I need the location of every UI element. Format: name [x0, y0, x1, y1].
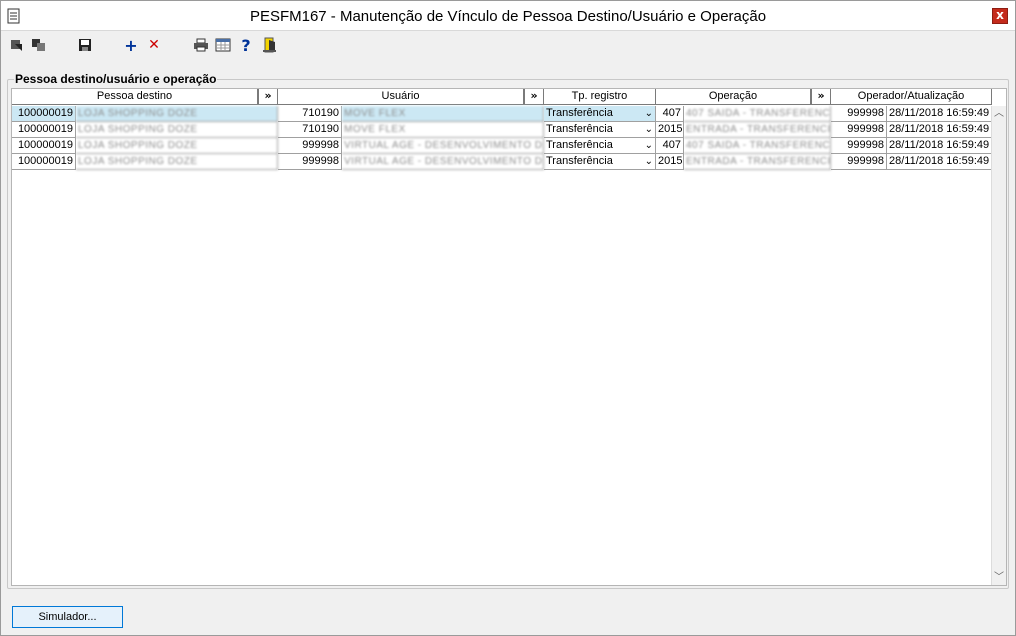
expand-pessoa-button[interactable]: »	[258, 89, 278, 105]
cell-operacao-nome[interactable]: 407 SAIDA - TRANSFERENCI	[684, 138, 831, 154]
column-header-operador[interactable]: Operador/Atualização	[831, 89, 992, 105]
cell-pessoa-cod[interactable]: 100000019	[12, 106, 76, 122]
cell-atualizacao[interactable]: 28/11/2018 16:59:49	[887, 138, 992, 154]
help-icon[interactable]: ?	[236, 35, 256, 55]
cell-operacao-nome[interactable]: ENTRADA - TRANSFERENCIA	[684, 122, 831, 138]
expand-operacao-button[interactable]: »	[811, 89, 831, 105]
expand-usuario-button[interactable]: »	[524, 89, 544, 105]
cell-tp-registro[interactable]: Transferência ⌄	[544, 154, 656, 170]
group-label: Pessoa destino/usuário e operação	[14, 72, 218, 86]
table-row[interactable]: 100000019 LOJA SHOPPING DOZE 710190 MOVE…	[12, 106, 992, 122]
cell-tp-registro[interactable]: Transferência ⌄	[544, 106, 656, 122]
cell-usuario-nome[interactable]: VIRTUAL AGE - DESENVOLVIMENTO DAI	[342, 138, 544, 154]
main-window: PESFM167 - Manutenção de Vínculo de Pess…	[0, 0, 1016, 636]
toolbar: + ✕ ?	[1, 32, 1015, 58]
cell-usuario-cod[interactable]: 710190	[278, 106, 342, 122]
navigate-icon[interactable]	[7, 35, 27, 55]
data-grid: Pessoa destino » Usuário » Tp. registro …	[11, 88, 1007, 586]
cell-operador[interactable]: 999998	[831, 106, 887, 122]
chevron-down-icon[interactable]: ⌄	[645, 122, 653, 137]
combo-value: Transferência	[546, 123, 613, 135]
cell-usuario-nome[interactable]: MOVE FLEX	[342, 122, 544, 138]
print-icon[interactable]	[191, 35, 211, 55]
table-row[interactable]: 100000019 LOJA SHOPPING DOZE 710190 MOVE…	[12, 122, 992, 138]
chevron-down-icon[interactable]: ⌄	[645, 154, 653, 169]
cell-pessoa-nome[interactable]: LOJA SHOPPING DOZE	[76, 154, 278, 170]
scroll-down-icon[interactable]: ﹀	[992, 570, 1006, 585]
cell-operacao-cod[interactable]: 407	[656, 106, 684, 122]
table-row[interactable]: 100000019 LOJA SHOPPING DOZE 999998 VIRT…	[12, 138, 992, 154]
cell-operacao-cod[interactable]: 2015	[656, 154, 684, 170]
save-icon[interactable]	[75, 35, 95, 55]
column-header-pessoa[interactable]: Pessoa destino	[12, 89, 258, 105]
window-title: PESFM167 - Manutenção de Vínculo de Pess…	[249, 8, 767, 25]
title-bar[interactable]: PESFM167 - Manutenção de Vínculo de Pess…	[1, 1, 1015, 31]
table-row[interactable]: 100000019 LOJA SHOPPING DOZE 999998 VIRT…	[12, 154, 992, 170]
exit-icon[interactable]	[260, 35, 280, 55]
cell-operador[interactable]: 999998	[831, 122, 887, 138]
cell-tp-registro[interactable]: Transferência ⌄	[544, 122, 656, 138]
column-header-tp-registro[interactable]: Tp. registro	[544, 89, 656, 105]
combo-value: Transferência	[546, 139, 613, 151]
cell-operacao-cod[interactable]: 2015	[656, 122, 684, 138]
cell-operacao-cod[interactable]: 407	[656, 138, 684, 154]
chevron-down-icon[interactable]: ⌄	[645, 138, 653, 153]
simulador-button[interactable]: Simulador...	[12, 606, 123, 628]
cell-usuario-nome[interactable]: VIRTUAL AGE - DESENVOLVIMENTO DAI	[342, 154, 544, 170]
cell-pessoa-nome[interactable]: LOJA SHOPPING DOZE	[76, 122, 278, 138]
cell-pessoa-cod[interactable]: 100000019	[12, 154, 76, 170]
grid-icon[interactable]	[213, 35, 233, 55]
column-header-operacao[interactable]: Operação	[656, 89, 811, 105]
scroll-up-icon[interactable]: ︿	[992, 106, 1006, 121]
cell-tp-registro[interactable]: Transferência ⌄	[544, 138, 656, 154]
combo-value: Transferência	[546, 107, 613, 119]
cell-atualizacao[interactable]: 28/11/2018 16:59:49	[887, 154, 992, 170]
column-header-usuario[interactable]: Usuário	[278, 89, 524, 105]
vertical-scrollbar[interactable]: ︿ ﹀	[991, 106, 1006, 585]
delete-icon[interactable]: ✕	[144, 35, 164, 55]
copy-icon[interactable]	[29, 35, 49, 55]
cell-usuario-nome[interactable]: MOVE FLEX	[342, 106, 544, 122]
cell-usuario-cod[interactable]: 999998	[278, 154, 342, 170]
cell-operador[interactable]: 999998	[831, 138, 887, 154]
cell-operador[interactable]: 999998	[831, 154, 887, 170]
cell-pessoa-nome[interactable]: LOJA SHOPPING DOZE	[76, 106, 278, 122]
cell-usuario-cod[interactable]: 710190	[278, 122, 342, 138]
cell-operacao-nome[interactable]: ENTRADA - TRANSFERENCIA	[684, 154, 831, 170]
cell-atualizacao[interactable]: 28/11/2018 16:59:49	[887, 106, 992, 122]
cell-operacao-nome[interactable]: 407 SAIDA - TRANSFERENCI	[684, 106, 831, 122]
chevron-down-icon[interactable]: ⌄	[645, 106, 653, 121]
cell-atualizacao[interactable]: 28/11/2018 16:59:49	[887, 122, 992, 138]
cell-usuario-cod[interactable]: 999998	[278, 138, 342, 154]
cell-pessoa-cod[interactable]: 100000019	[12, 138, 76, 154]
cell-pessoa-nome[interactable]: LOJA SHOPPING DOZE	[76, 138, 278, 154]
add-icon[interactable]: +	[121, 35, 141, 55]
combo-value: Transferência	[546, 155, 613, 167]
close-button[interactable]: x	[992, 8, 1008, 24]
cell-pessoa-cod[interactable]: 100000019	[12, 122, 76, 138]
